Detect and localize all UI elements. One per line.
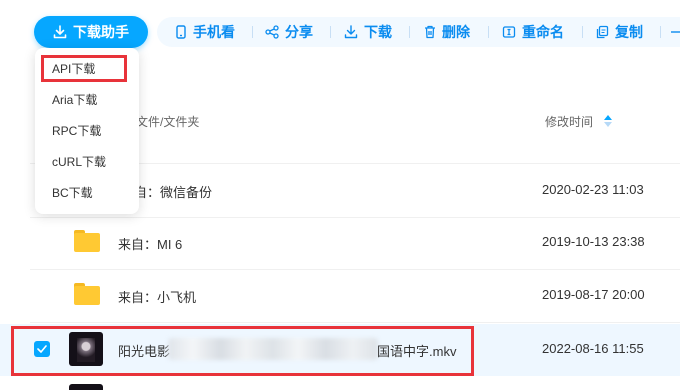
modified-time: 2019-10-13 23:38 — [542, 234, 645, 249]
toolbar-divider — [488, 26, 489, 38]
table-row[interactable]: 来自：MI 6 2019-10-13 23:38 — [0, 217, 680, 269]
phone-view-label: 手机看 — [193, 24, 235, 40]
menu-item-aria-download[interactable]: Aria下载 — [52, 91, 97, 108]
share-button[interactable]: 分享 — [265, 17, 313, 47]
row-divider — [30, 322, 680, 323]
rename-icon — [502, 26, 516, 38]
menu-item-rpc-download[interactable]: RPC下载 — [52, 122, 101, 139]
table-row[interactable]: 来自：小飞机 2019-08-17 20:00 — [0, 270, 680, 322]
toolbar-divider — [660, 26, 661, 38]
download-icon — [53, 25, 67, 39]
phone-view-button[interactable]: 手机看 — [175, 17, 235, 47]
file-name[interactable]: 来自：MI 6 — [118, 234, 182, 253]
folder-icon — [74, 230, 100, 252]
copy-label: 复制 — [615, 24, 643, 40]
toolbar-divider — [409, 26, 410, 38]
file-name[interactable]: 自：微信备份 — [134, 182, 212, 201]
toolbar-divider — [330, 26, 331, 38]
rename-label: 重命名 — [522, 24, 564, 40]
download-helper-label: 下载助手 — [73, 24, 129, 40]
sort-icon[interactable] — [604, 115, 612, 127]
toolbar-divider — [252, 26, 253, 38]
column-header-modified[interactable]: 修改时间 — [545, 113, 593, 130]
copy-button[interactable]: 复制 — [596, 17, 643, 47]
download-label: 下载 — [364, 24, 392, 40]
video-thumbnail — [69, 384, 103, 390]
folder-icon — [74, 283, 100, 305]
highlight-box-row — [11, 326, 474, 376]
delete-label: 删除 — [442, 24, 470, 40]
delete-button[interactable]: 删除 — [424, 17, 470, 47]
more-toolbar-icon[interactable] — [670, 17, 680, 47]
menu-item-bc-download[interactable]: BC下载 — [52, 184, 93, 201]
share-icon — [265, 25, 279, 39]
column-header-name[interactable]: 文件/文件夹 — [136, 113, 199, 130]
download-helper-button[interactable]: 下载助手 — [34, 16, 148, 48]
rename-button[interactable]: 重命名 — [502, 17, 564, 47]
modified-time: 2019-08-17 20:00 — [542, 287, 645, 302]
download-icon — [344, 25, 358, 39]
toolbar-divider — [582, 26, 583, 38]
modified-time: 2020-02-23 11:03 — [542, 182, 644, 197]
trash-icon — [425, 25, 435, 39]
download-button[interactable]: 下载 — [344, 17, 392, 47]
file-name[interactable]: 来自：小飞机 — [118, 287, 196, 306]
phone-icon — [176, 25, 186, 39]
highlight-box-api-download — [41, 55, 127, 82]
share-label: 分享 — [285, 24, 313, 40]
copy-icon — [596, 25, 609, 39]
menu-item-curl-download[interactable]: cURL下载 — [52, 153, 106, 170]
modified-time: 2022-08-16 11:55 — [542, 341, 644, 356]
